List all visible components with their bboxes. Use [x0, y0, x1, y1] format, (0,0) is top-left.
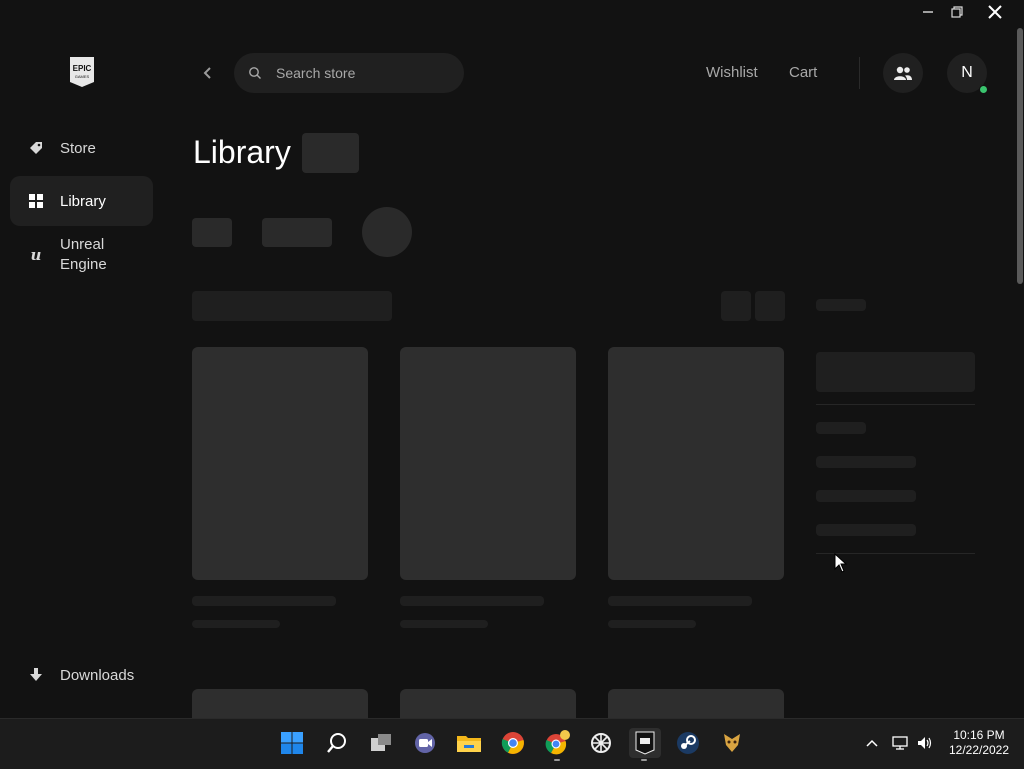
sidebar-item-downloads[interactable]: Downloads [10, 650, 153, 700]
skeleton-filter-heading [816, 299, 866, 311]
svg-text:u: u [31, 246, 42, 264]
sidebar-item-unreal-engine[interactable]: u Unreal Engine [10, 230, 153, 280]
skeleton-view-toggle [755, 291, 785, 321]
wishlist-link[interactable]: Wishlist [706, 64, 758, 81]
network-button[interactable] [891, 735, 909, 751]
search-input[interactable] [274, 64, 448, 82]
tag-icon [26, 138, 46, 158]
skeleton-card-subtitle [192, 620, 280, 628]
friends-icon [894, 66, 912, 80]
cart-link[interactable]: Cart [789, 64, 817, 81]
skeleton-filter-search [816, 352, 975, 392]
chevron-left-icon [203, 67, 211, 79]
download-icon [26, 665, 46, 685]
epic-games-taskbar-button[interactable] [629, 728, 661, 761]
divider [816, 404, 975, 405]
running-indicator [641, 759, 647, 761]
file-explorer-icon [457, 736, 481, 752]
minimize-icon [923, 11, 933, 13]
volume-icon [918, 737, 932, 749]
tray-overflow-button[interactable] [864, 735, 880, 751]
skeleton-game-card [400, 347, 576, 580]
skeleton-circle [362, 207, 412, 257]
skeleton-filter [192, 218, 232, 247]
header-divider [859, 57, 860, 89]
search-icon [327, 733, 346, 753]
scrollbar-thumb[interactable] [1017, 28, 1023, 284]
skeleton-card-title [400, 596, 544, 606]
task-view-button[interactable] [366, 728, 396, 758]
skeleton-card-title [608, 596, 752, 606]
skeleton-filter-option [816, 524, 916, 536]
running-indicator [554, 759, 560, 761]
skeleton-view-toggle [721, 291, 751, 321]
volume-button[interactable] [916, 735, 934, 751]
sidebar-item-label: Downloads [60, 666, 135, 684]
skeleton-game-card [400, 689, 576, 718]
skeleton-title-badge [302, 133, 359, 173]
skeleton-game-card [608, 689, 784, 718]
restore-button[interactable] [945, 0, 969, 24]
skeleton-card-title [192, 596, 336, 606]
skeleton-filter-option [816, 456, 916, 468]
skeleton-game-card [608, 347, 784, 580]
windows-start-icon [281, 732, 303, 754]
teams-chat-icon [415, 733, 435, 753]
chevron-up-icon [866, 739, 878, 747]
task-view-icon [371, 734, 391, 751]
logo-text-epic: EPIC [73, 64, 92, 73]
mouse-cursor [834, 552, 848, 578]
app-icon [591, 733, 611, 753]
online-status-dot [979, 85, 988, 94]
clock-date: 12/22/2022 [948, 743, 1010, 757]
file-explorer-button[interactable] [454, 728, 484, 758]
game-button[interactable] [717, 728, 747, 758]
skeleton-card-subtitle [400, 620, 488, 628]
skeleton-card-subtitle [608, 620, 696, 628]
chrome-profile-icon [545, 730, 570, 755]
sidebar-item-library[interactable]: Library [10, 176, 153, 226]
network-icon [892, 736, 908, 750]
skeleton-filter [262, 218, 332, 247]
sidebar-item-store[interactable]: Store [10, 123, 153, 173]
chrome-profile-button[interactable] [542, 728, 572, 761]
game-icon [724, 734, 740, 752]
unreal-engine-icon: u [26, 245, 46, 265]
search-bar[interactable] [234, 53, 464, 93]
grid-icon [26, 191, 46, 211]
close-icon [988, 5, 1002, 19]
minimize-button[interactable] [916, 0, 940, 24]
friends-button[interactable] [883, 53, 923, 93]
skeleton-sort-bar [192, 291, 392, 321]
teams-chat-button[interactable] [410, 728, 440, 758]
clock-time: 10:16 PM [953, 728, 1005, 742]
back-button[interactable] [198, 63, 218, 83]
steam-icon [677, 732, 699, 754]
windows-start-button[interactable] [277, 728, 307, 758]
restore-icon [951, 6, 963, 18]
app-button[interactable] [586, 728, 616, 758]
epic-games-icon [635, 731, 655, 755]
skeleton-filter-option [816, 490, 916, 502]
sidebar-item-label: Unreal Engine [60, 236, 107, 273]
page-title: Library [193, 134, 291, 170]
steam-button[interactable] [673, 728, 703, 758]
chrome-button[interactable] [498, 728, 528, 758]
epic-games-logo[interactable]: EPIC GAMES [68, 56, 96, 88]
skeleton-filter-heading [816, 422, 866, 434]
sidebar-item-label: Library [60, 192, 106, 210]
search-icon [248, 66, 262, 80]
skeleton-game-card [192, 689, 368, 718]
taskbar-clock[interactable]: 10:16 PM 12/22/2022 [944, 728, 1014, 758]
close-button[interactable] [983, 0, 1007, 24]
taskbar-search-button[interactable] [322, 728, 352, 758]
chrome-icon [501, 732, 524, 754]
skeleton-game-card [192, 347, 368, 580]
sidebar-item-label: Store [60, 139, 96, 157]
logo-text-games: GAMES [75, 74, 90, 79]
